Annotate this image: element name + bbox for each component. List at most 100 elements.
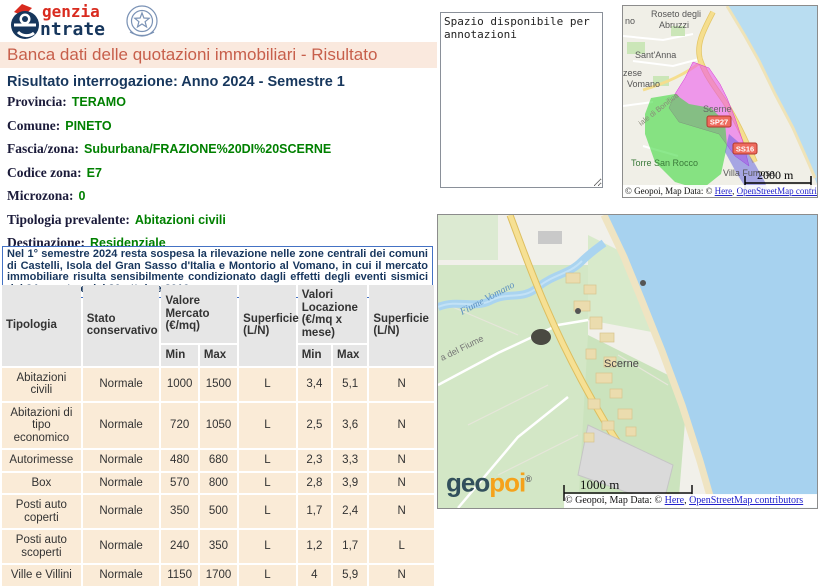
field-tipologia-prevalente: Tipologia prevalente: Abitazioni civili [7,213,432,227]
cell-tipologia: Posti auto scoperti [2,530,81,563]
cell-vl-min: 4 [298,565,331,586]
cell-superficie-m: L [239,473,296,494]
col-header-min: Min [298,345,331,366]
cell-vl-min: 2,8 [298,473,331,494]
cell-vl-min: 3,4 [298,368,331,401]
openstreetmap-link[interactable]: OpenStreetMap contributors [689,495,803,506]
openstreetmap-link[interactable]: OpenStreetMap contributors [737,186,817,196]
map-scale-label: 2000 m [757,168,794,182]
cell-vl-max: 5,9 [333,565,367,586]
cell-vm-max: 500 [200,495,237,528]
cell-tipologia: Ville e Villini [2,565,81,586]
cell-superficie-l: N [369,368,434,401]
map-label-roseto: Roseto degli [651,9,701,19]
col-header-tipologia: Tipologia [2,285,81,366]
cell-superficie-l: N [369,565,434,586]
cell-superficie-m: L [239,530,296,563]
col-header-superficie-mercato: Superficie (L/N) [239,285,296,366]
cell-superficie-m: L [239,450,296,471]
attribution-text: © Geopoi, Map Data: © [565,495,665,506]
field-value: E7 [87,166,102,180]
table-row: BoxNormale570800L2,83,9N [2,473,434,494]
cell-superficie-m: L [239,565,296,586]
agenzia-entrate-logo: genzia ntrate [6,2,166,42]
table-row: Abitazioni di tipo economicoNormale72010… [2,403,434,449]
table-row: Posti auto copertiNormale350500L1,72,4N [2,495,434,528]
cell-vm-max: 1500 [200,368,237,401]
col-header-superficie-locazione: Superficie (L/N) [369,285,434,366]
col-header-valore-mercato: Valore Mercato (€/mq) [161,285,237,343]
cell-vl-min: 1,2 [298,530,331,563]
cell-vm-max: 800 [200,473,237,494]
cell-vl-min: 1,7 [298,495,331,528]
map-label-no: no [625,16,635,26]
cell-tipologia: Autorimesse [2,450,81,471]
cell-vl-max: 1,7 [333,530,367,563]
geopoi-logo: geopoi® [446,466,532,496]
detail-map[interactable]: Fiume Vomano a del Fiume Scerne 1000 m g… [437,214,818,509]
cell-stato: Normale [83,403,160,449]
cell-superficie-l: N [369,403,434,449]
field-microzona: Microzona:0 [7,189,432,203]
cell-superficie-m: L [239,368,296,401]
cell-vm-min: 480 [161,450,197,471]
attribution-text: © Geopoi, Map Data: © [625,186,715,196]
cell-stato: Normale [83,368,160,401]
cell-vm-min: 570 [161,473,197,494]
cell-vm-min: 1150 [161,565,197,586]
cell-superficie-l: N [369,450,434,471]
map-scale-label: 1000 m [580,477,619,492]
map-label-vomano: Vomano [627,79,660,89]
cell-tipologia: Abitazioni civili [2,368,81,401]
col-header-valori-locazione: Valori Locazione (€/mq x mese) [298,285,368,343]
road-badge-ss16: SS16 [733,143,757,154]
cell-stato: Normale [83,565,160,586]
logo-text-entrate: ntrate [40,19,105,40]
italy-emblem-icon [127,6,157,36]
road-badge-sp27: SP27 [707,116,731,127]
table-row: Abitazioni civiliNormale10001500L3,45,1N [2,368,434,401]
cell-vm-max: 1050 [200,403,237,449]
cell-vl-min: 2,3 [298,450,331,471]
field-label: Fascia/zona: [7,141,79,156]
field-codice-zona: Codice zona: E7 [7,166,432,180]
cell-vm-max: 680 [200,450,237,471]
cell-vl-max: 2,4 [333,495,367,528]
annotations-textarea[interactable]: Spazio disponibile per annotazioni [440,12,603,188]
overview-map[interactable]: no Roseto degli Abruzzi Sant'Anna zese V… [622,5,818,198]
cell-vm-min: 720 [161,403,197,449]
map-label-scerne: Scerne [604,358,639,370]
cell-vl-max: 3,3 [333,450,367,471]
col-header-stato: Stato conservativo [83,285,160,366]
map-attribution: © Geopoi, Map Data: © Here, OpenStreetMa… [623,185,817,197]
map-label-zese: zese [623,68,642,78]
map-label-scerne: Scerne [703,104,732,114]
field-value: Abitazioni civili [135,213,226,227]
field-fascia-zona: Fascia/zona:Suburbana/FRAZIONE%20DI%20SC… [7,142,432,156]
map-label-torre-san-rocco: Torre San Rocco [631,158,698,168]
here-link[interactable]: Here [715,186,733,196]
field-label: Tipologia prevalente: [7,212,130,227]
geopoi-logo-geo: geo [446,468,489,498]
cell-superficie-l: L [369,530,434,563]
table-row: Ville e VilliniNormale11501700L45,9N [2,565,434,586]
cell-superficie-m: L [239,495,296,528]
field-label: Codice zona: [7,165,82,180]
field-comune: Comune:PINETO [7,119,432,133]
col-header-min: Min [161,345,197,366]
cell-stato: Normale [83,473,160,494]
table-row: Posti auto scopertiNormale240350L1,21,7L [2,530,434,563]
cell-vm-min: 1000 [161,368,197,401]
field-value: PINETO [65,119,111,133]
cell-vl-max: 3,9 [333,473,367,494]
svg-text:SP27: SP27 [710,118,728,127]
svg-text:SS16: SS16 [736,145,754,154]
map-label-santanna: Sant'Anna [635,50,676,60]
cell-vm-max: 1700 [200,565,237,586]
cell-vm-min: 350 [161,495,197,528]
here-link[interactable]: Here [665,495,684,506]
cell-vl-max: 5,1 [333,368,367,401]
map-label-abruzzi: Abruzzi [659,20,689,30]
cell-vl-min: 2,5 [298,403,331,449]
map-attribution: © Geopoi, Map Data: © Here, OpenStreetMa… [565,494,817,507]
